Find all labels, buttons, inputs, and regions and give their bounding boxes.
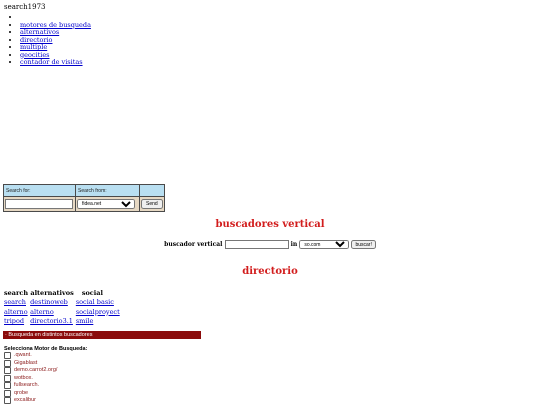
vertical-engine-select[interactable]: so.com bbox=[299, 240, 350, 249]
engine-checkbox[interactable] bbox=[4, 389, 11, 397]
multi-search-title-bar: · Busqueda en distintos buscadores bbox=[3, 331, 201, 339]
engine-item[interactable]: demo.carrot2.org/ bbox=[4, 367, 57, 375]
engine-item[interactable]: excalibur bbox=[4, 397, 57, 405]
link-search[interactable]: search bbox=[4, 298, 26, 306]
site-title: search1973 bbox=[4, 3, 46, 11]
engine-checkbox[interactable] bbox=[4, 352, 11, 360]
search-for-label: Search for: bbox=[4, 185, 75, 196]
engine-item[interactable]: Gigablast bbox=[4, 360, 57, 368]
link-destinoweb[interactable]: destinoweb bbox=[30, 298, 68, 306]
directorio-heading: directorio bbox=[242, 266, 298, 277]
engine-label: wotbox. bbox=[14, 374, 33, 381]
table-row: tripod directorio3.1 smile bbox=[4, 317, 122, 327]
search-from-label: Search from: bbox=[76, 185, 139, 196]
search-for-cell bbox=[4, 197, 75, 211]
vertical-search-input[interactable] bbox=[224, 240, 289, 249]
link-alterno-2[interactable]: alterno bbox=[30, 308, 54, 316]
link-directorio31[interactable]: directorio3.1 bbox=[30, 317, 73, 325]
send-button[interactable]: Send bbox=[141, 199, 163, 209]
header-social: social bbox=[81, 288, 103, 297]
buscar-button[interactable]: buscar! bbox=[351, 240, 376, 249]
link-smile[interactable]: smile bbox=[76, 317, 94, 325]
vertical-heading: buscadores vertical bbox=[215, 219, 325, 230]
vertical-label: buscador vertical bbox=[164, 241, 223, 248]
link-tripod[interactable]: tripod bbox=[4, 317, 24, 325]
engine-item[interactable]: qrobe bbox=[4, 390, 57, 398]
main-nav: motores de busqueda alternativos directo… bbox=[8, 14, 91, 67]
engine-item[interactable]: wotbox. bbox=[4, 375, 57, 383]
engine-list: .qwant. Gigablast demo.carrot2.org/ wotb… bbox=[4, 352, 57, 405]
table-row: search destinoweb social basic bbox=[4, 298, 122, 308]
engine-checkbox[interactable] bbox=[4, 367, 11, 375]
search-from-select[interactable]: fidea.net bbox=[77, 199, 135, 209]
engine-label: .qwant. bbox=[14, 352, 32, 358]
search-box: Search for: Search from: fidea.net Send bbox=[3, 184, 165, 212]
search-box-header-empty bbox=[140, 185, 164, 196]
in-label: in bbox=[290, 241, 298, 248]
engine-label: excalibur bbox=[14, 397, 37, 403]
search-from-cell: fidea.net bbox=[76, 197, 139, 211]
link-socialproyect[interactable]: socialproyect bbox=[76, 308, 120, 316]
engine-checkbox[interactable] bbox=[4, 374, 11, 382]
table-row: alterno alterno socialproyect bbox=[4, 307, 122, 317]
link-alterno-1[interactable]: alterno bbox=[4, 308, 28, 316]
nav-link-contador[interactable]: contador de visitas bbox=[20, 58, 83, 66]
engine-label: qrobe bbox=[14, 389, 29, 396]
search-for-input[interactable] bbox=[5, 199, 73, 209]
engine-checkbox[interactable] bbox=[4, 382, 11, 390]
engine-label: Gigablast bbox=[14, 359, 38, 366]
engine-item[interactable]: fullsearch. bbox=[4, 382, 57, 390]
engine-checkbox[interactable] bbox=[4, 397, 11, 405]
engine-checkbox[interactable] bbox=[4, 359, 11, 367]
vertical-search-form: buscador vertical in so.com buscar! bbox=[0, 240, 540, 249]
engine-item[interactable]: .qwant. bbox=[4, 352, 57, 360]
engine-label: fullsearch. bbox=[14, 382, 40, 388]
links-table: search alternativos social search destin… bbox=[4, 288, 122, 326]
nav-item-contador[interactable]: contador de visitas bbox=[20, 58, 91, 67]
engine-label: demo.carrot2.org/ bbox=[14, 367, 58, 373]
header-search-alternativos: search alternativos bbox=[4, 288, 74, 297]
link-social-basic[interactable]: social basic bbox=[76, 298, 114, 306]
send-cell: Send bbox=[140, 197, 164, 211]
